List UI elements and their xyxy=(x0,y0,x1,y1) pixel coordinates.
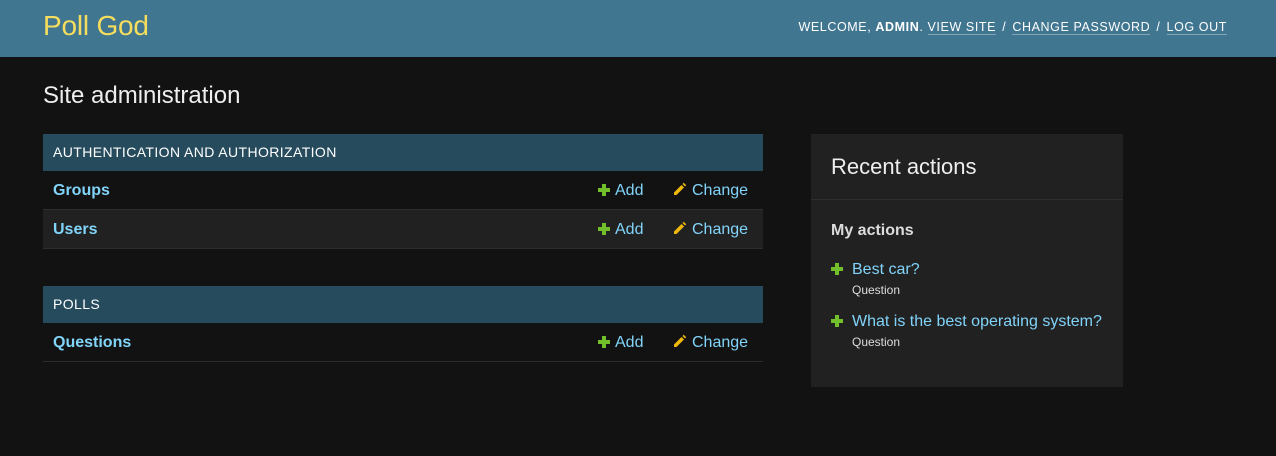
plus-icon xyxy=(831,263,843,275)
add-groups-button[interactable]: Add xyxy=(598,182,643,200)
recent-action-type: Question xyxy=(852,283,901,297)
add-users-button[interactable]: Add xyxy=(598,221,643,239)
add-label: Add xyxy=(615,182,644,199)
add-label: Add xyxy=(615,334,644,351)
change-users-button[interactable]: Change xyxy=(673,221,748,239)
model-row-questions: Questions Add Change xyxy=(43,323,763,362)
recent-action-type: Question xyxy=(852,335,901,349)
change-label: Change xyxy=(692,221,749,238)
add-questions-button[interactable]: Add xyxy=(598,334,643,352)
change-groups-button[interactable]: Change xyxy=(673,182,748,200)
recent-action-item: What is the best operating system? Quest… xyxy=(831,313,1102,349)
user-tools: Welcome, admin. View site / Change passw… xyxy=(798,20,1227,35)
change-password-link[interactable]: Change password xyxy=(1012,20,1151,35)
model-link-groups[interactable]: Groups xyxy=(53,182,110,200)
add-label: Add xyxy=(615,221,644,238)
module-polls: Polls Questions Add Change xyxy=(43,286,763,362)
module-auth: Authentication and Authorization Groups … xyxy=(43,134,763,249)
plus-icon xyxy=(598,223,610,235)
module-caption[interactable]: Polls xyxy=(43,286,763,323)
recent-actions-title: Recent actions xyxy=(831,154,977,179)
recent-actions-panel: Recent actions My actions Best car? Ques… xyxy=(811,134,1123,387)
model-row-users: Users Add Change xyxy=(43,210,763,249)
recent-action-item: Best car? Question xyxy=(831,261,920,297)
separator: / xyxy=(1002,20,1007,34)
change-questions-button[interactable]: Change xyxy=(673,334,748,352)
divider xyxy=(811,199,1123,200)
separator: / xyxy=(1156,20,1161,34)
pencil-icon xyxy=(674,334,687,347)
recent-action-link[interactable]: Best car? xyxy=(852,261,920,278)
plus-icon xyxy=(831,315,843,327)
recent-action-link[interactable]: What is the best operating system? xyxy=(852,313,1102,330)
change-label: Change xyxy=(692,334,749,351)
model-link-users[interactable]: Users xyxy=(53,221,97,239)
view-site-link[interactable]: View site xyxy=(927,20,997,35)
site-header: Poll God Welcome, admin. View site / Cha… xyxy=(0,0,1276,57)
pencil-icon xyxy=(674,182,687,195)
model-row-groups: Groups Add Change xyxy=(43,171,763,210)
my-actions-heading: My actions xyxy=(831,222,914,239)
plus-icon xyxy=(598,336,610,348)
plus-icon xyxy=(598,184,610,196)
pencil-icon xyxy=(674,221,687,234)
module-caption[interactable]: Authentication and Authorization xyxy=(43,134,763,171)
welcome-suffix: . xyxy=(919,20,928,34)
model-link-questions[interactable]: Questions xyxy=(53,334,131,352)
page-title: Site administration xyxy=(43,82,241,109)
site-name[interactable]: Poll God xyxy=(43,10,149,42)
log-out-link[interactable]: Log out xyxy=(1166,20,1227,35)
username: admin xyxy=(875,20,920,34)
change-label: Change xyxy=(692,182,749,199)
welcome-prefix: Welcome, xyxy=(798,20,876,34)
module-caption-text: Polls xyxy=(53,296,101,312)
module-caption-text: Authentication and Authorization xyxy=(53,144,337,160)
